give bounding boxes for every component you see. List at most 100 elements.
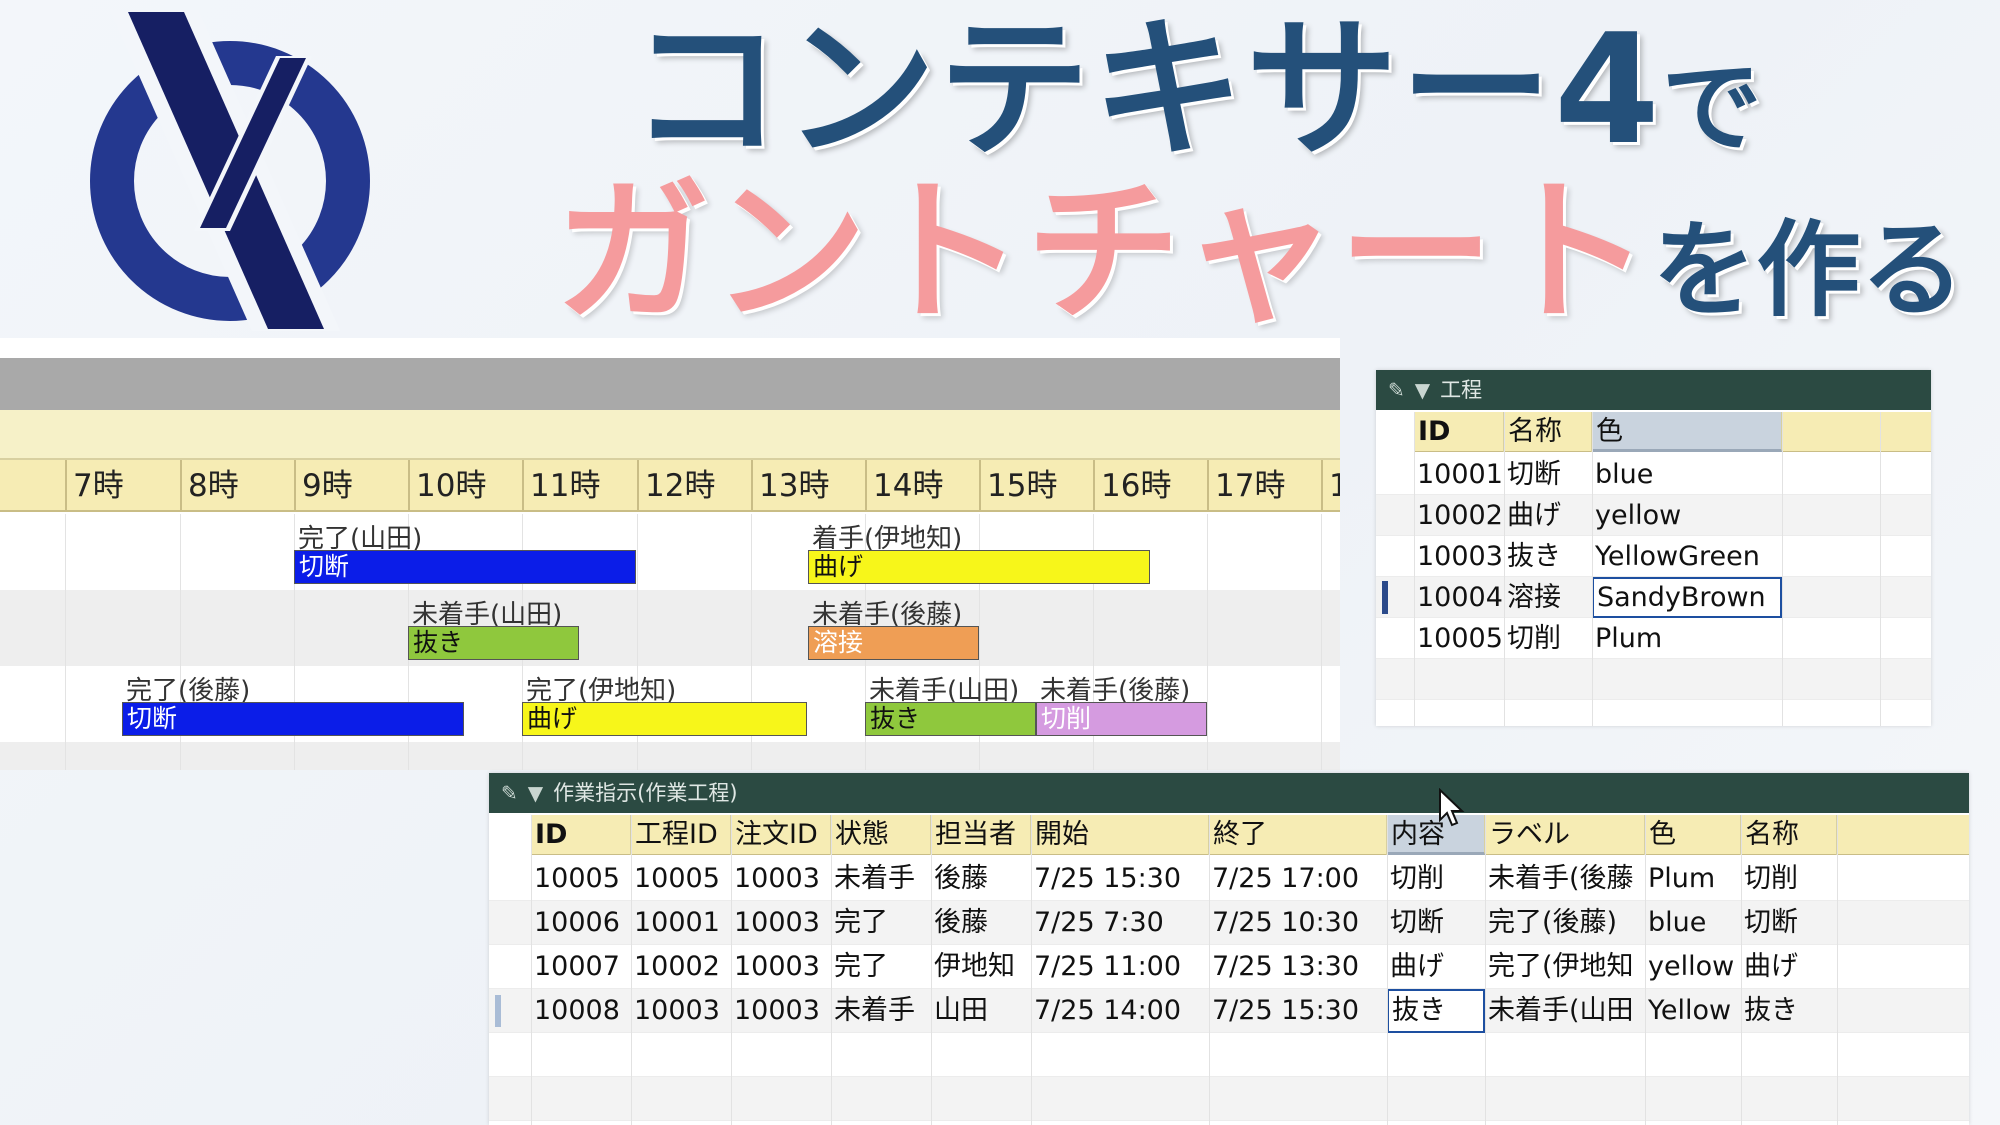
cell-color[interactable]: Yellow — [1645, 989, 1741, 1033]
cell-order-id[interactable]: 10003 — [731, 945, 831, 989]
cell-status[interactable]: 完了 — [831, 945, 931, 989]
filter-icon[interactable]: ▼ — [1415, 370, 1430, 410]
cell-content[interactable]: 切削 — [1387, 857, 1485, 901]
task-bar-cutting[interactable]: 切断 — [122, 702, 464, 736]
cell-id[interactable]: 10005 — [531, 857, 631, 901]
column-header-id[interactable]: ID — [531, 815, 631, 855]
table-row[interactable]: 10002 曲げ yellow — [1376, 495, 1931, 536]
task-bar-bending[interactable]: 曲げ — [522, 702, 807, 736]
cell-color[interactable]: yellow — [1645, 945, 1741, 989]
cell-start[interactable]: 7/25 14:00 — [1031, 989, 1209, 1033]
cell-order-id[interactable]: 10003 — [731, 901, 831, 945]
cell-end[interactable]: 7/25 10:30 — [1209, 901, 1387, 945]
column-header-name[interactable]: 名称 — [1504, 412, 1592, 452]
table-row-empty[interactable] — [489, 1077, 1969, 1121]
table-row[interactable]: 10006 10001 10003 完了 後藤 7/25 7:30 7/25 1… — [489, 901, 1969, 945]
cell-status[interactable]: 未着手 — [831, 989, 931, 1033]
cell-label[interactable]: 未着手(後藤 — [1485, 857, 1645, 901]
table-row[interactable]: 10004 溶接 SandyBrown — [1376, 577, 1931, 618]
cell-id[interactable]: 10007 — [531, 945, 631, 989]
cell-color[interactable]: blue — [1592, 454, 1782, 495]
cell-name[interactable]: 切断 — [1741, 901, 1837, 945]
cell-color-editing[interactable]: SandyBrown — [1592, 577, 1782, 618]
column-header-content[interactable]: 内容 — [1387, 815, 1485, 855]
cell-name[interactable]: 抜き — [1504, 536, 1592, 577]
cell-start[interactable]: 7/25 15:30 — [1031, 857, 1209, 901]
cell-end[interactable]: 7/25 15:30 — [1209, 989, 1387, 1033]
cell-name[interactable]: 溶接 — [1504, 577, 1592, 618]
cell-assignee[interactable]: 伊地知 — [931, 945, 1031, 989]
column-header-color[interactable]: 色 — [1592, 412, 1782, 452]
task-bar-milling[interactable]: 切削 — [1036, 702, 1207, 736]
column-header-label[interactable]: ラベル — [1485, 815, 1645, 855]
column-header-name[interactable]: 名称 — [1741, 815, 1837, 855]
cell-process-id[interactable]: 10001 — [631, 901, 731, 945]
task-bar-welding[interactable]: 溶接 — [808, 626, 979, 660]
table-row-empty[interactable] — [1376, 659, 1931, 700]
cell-end[interactable]: 7/25 13:30 — [1209, 945, 1387, 989]
column-header-status[interactable]: 状態 — [831, 815, 931, 855]
pencil-icon[interactable]: ✎ — [501, 773, 518, 813]
cell-process-id[interactable]: 10005 — [631, 857, 731, 901]
cell-start[interactable]: 7/25 7:30 — [1031, 901, 1209, 945]
cell-assignee[interactable]: 後藤 — [931, 857, 1031, 901]
cell-content[interactable]: 曲げ — [1387, 945, 1485, 989]
column-header-start[interactable]: 開始 — [1031, 815, 1209, 855]
column-header-id[interactable]: ID — [1414, 412, 1504, 452]
cell-id[interactable]: 10008 — [531, 989, 631, 1033]
cell-label[interactable]: 完了(伊地知 — [1485, 945, 1645, 989]
cell-assignee[interactable]: 後藤 — [931, 901, 1031, 945]
cell-process-id[interactable]: 10003 — [631, 989, 731, 1033]
task-bar-punching[interactable]: 抜き — [865, 702, 1036, 736]
cell-color[interactable]: Plum — [1645, 857, 1741, 901]
cell-start[interactable]: 7/25 11:00 — [1031, 945, 1209, 989]
cell-color[interactable]: yellow — [1592, 495, 1782, 536]
table-row[interactable]: 10008 10003 10003 未着手 山田 7/25 14:00 7/25… — [489, 989, 1969, 1033]
cell-label[interactable]: 未着手(山田 — [1485, 989, 1645, 1033]
table-row[interactable]: 10005 切削 Plum — [1376, 618, 1931, 659]
cell-assignee[interactable]: 山田 — [931, 989, 1031, 1033]
column-header-process-id[interactable]: 工程ID — [631, 815, 731, 855]
task-bar-bending[interactable]: 曲げ — [808, 550, 1150, 584]
task-bar-punching[interactable]: 抜き — [408, 626, 579, 660]
column-header-color[interactable]: 色 — [1645, 815, 1741, 855]
table-row[interactable]: 10007 10002 10003 完了 伊地知 7/25 11:00 7/25… — [489, 945, 1969, 989]
column-header-assignee[interactable]: 担当者 — [931, 815, 1031, 855]
pencil-icon[interactable]: ✎ — [1388, 370, 1405, 410]
cell-id[interactable]: 10001 — [1414, 454, 1504, 495]
cell-name[interactable]: 曲げ — [1741, 945, 1837, 989]
row-selector[interactable] — [495, 995, 501, 1027]
table-row[interactable]: 10001 切断 blue — [1376, 454, 1931, 495]
cell-status[interactable]: 完了 — [831, 901, 931, 945]
table-row[interactable]: 10003 抜き YellowGreen — [1376, 536, 1931, 577]
cell-process-id[interactable]: 10002 — [631, 945, 731, 989]
cell-name[interactable]: 切削 — [1504, 618, 1592, 659]
cell-name[interactable]: 切断 — [1504, 454, 1592, 495]
cell-status[interactable]: 未着手 — [831, 857, 931, 901]
cell-color[interactable]: blue — [1645, 901, 1741, 945]
cell-name[interactable]: 切削 — [1741, 857, 1837, 901]
cell-content-editing[interactable]: 抜き — [1387, 989, 1485, 1033]
cell-id[interactable]: 10004 — [1414, 577, 1504, 618]
table-row[interactable]: 10005 10005 10003 未着手 後藤 7/25 15:30 7/25… — [489, 857, 1969, 901]
cell-color[interactable]: YellowGreen — [1592, 536, 1782, 577]
cell-label[interactable]: 完了(後藤) — [1485, 901, 1645, 945]
filter-icon[interactable]: ▼ — [528, 773, 543, 813]
column-header-end[interactable]: 終了 — [1209, 815, 1387, 855]
cell-order-id[interactable]: 10003 — [731, 857, 831, 901]
column-header-order-id[interactable]: 注文ID — [731, 815, 831, 855]
cell-id[interactable]: 10006 — [531, 901, 631, 945]
cell-id[interactable]: 10002 — [1414, 495, 1504, 536]
cell-name[interactable]: 抜き — [1741, 989, 1837, 1033]
cell-color[interactable]: Plum — [1592, 618, 1782, 659]
cell-name[interactable]: 曲げ — [1504, 495, 1592, 536]
cell-order-id[interactable]: 10003 — [731, 989, 831, 1033]
cell-id[interactable]: 10003 — [1414, 536, 1504, 577]
cell-content[interactable]: 切断 — [1387, 901, 1485, 945]
column-divider — [731, 815, 732, 1125]
table-row-empty[interactable] — [489, 1033, 1969, 1077]
cell-end[interactable]: 7/25 17:00 — [1209, 857, 1387, 901]
row-selector[interactable] — [1382, 581, 1388, 614]
cell-id[interactable]: 10005 — [1414, 618, 1504, 659]
task-bar-cutting[interactable]: 切断 — [294, 550, 636, 584]
